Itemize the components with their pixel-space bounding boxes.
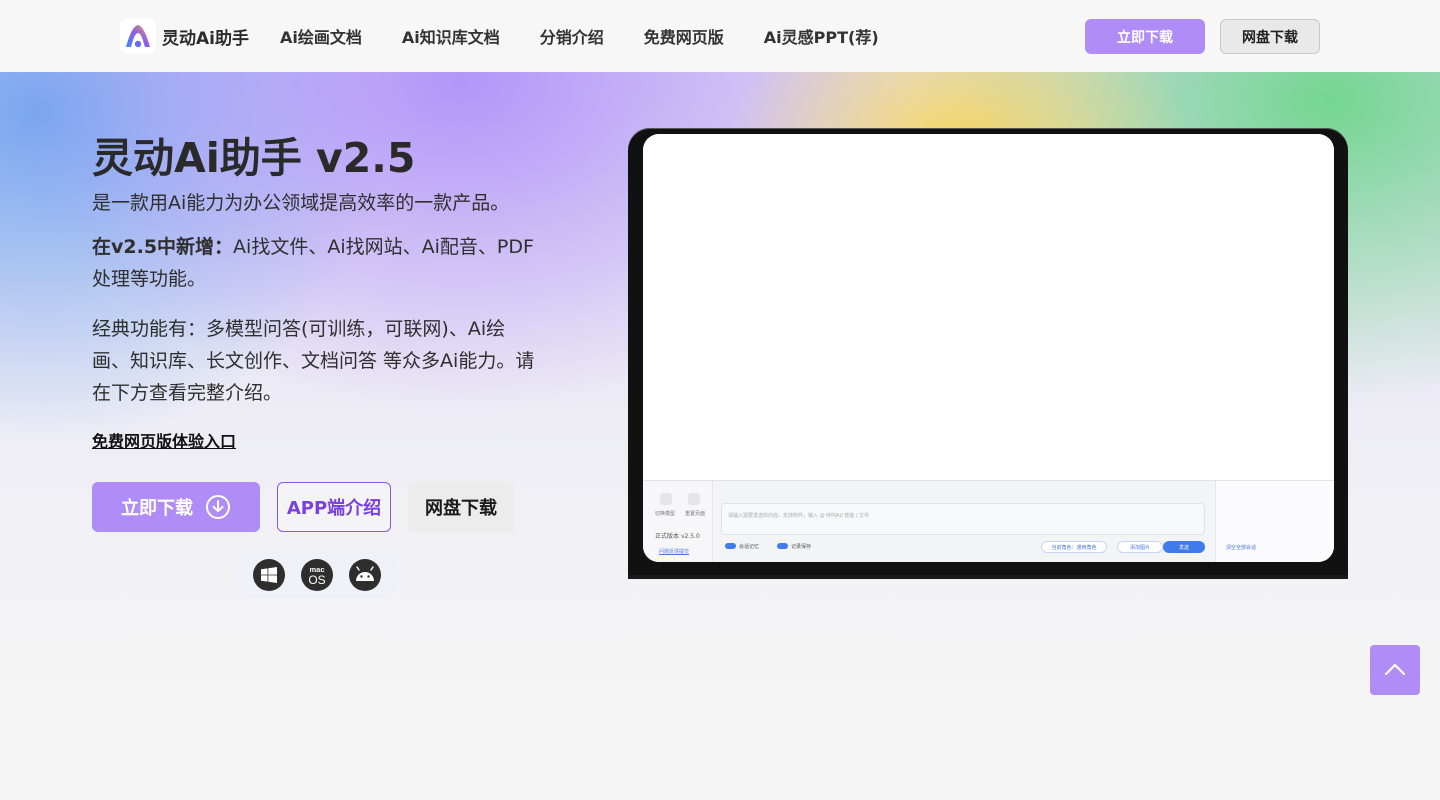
sidebar-reset: 重置页面 — [685, 511, 706, 517]
brand-name: 灵动Ai助手 — [162, 28, 249, 49]
send-chip: 发送 — [1163, 541, 1205, 553]
nav-item-ai-knowledge-docs[interactable]: Ai知识库文档 — [402, 24, 500, 48]
chevron-up-icon — [1384, 663, 1406, 676]
app-preview-chatbar: 切换模型 重置页面 正式版本 v2.5.0 问题反馈提交 请输入需要发送的内容，… — [643, 480, 1334, 562]
role-chip: 当前角色：通用角色 — [1041, 541, 1107, 553]
hero-new-features: 在v2.5中新增：Ai找文件、Ai找网站、Ai配音、PDF处理等功能。 — [92, 231, 542, 295]
sidebar-model-switch: 切换模型 — [655, 511, 676, 517]
app-preview-sidebar: 切换模型 重置页面 正式版本 v2.5.0 问题反馈提交 — [643, 481, 713, 562]
record-toggle-label: 记录保存 — [791, 544, 812, 550]
top-navbar: 灵动Ai助手 Ai绘画文档 Ai知识库文档 分销介绍 免费网页版 Ai灵感PPT… — [0, 0, 1440, 72]
platform-icons: mac OS — [233, 551, 401, 599]
model-switch-icon — [660, 493, 672, 505]
macos-icon[interactable]: mac OS — [301, 559, 333, 591]
back-to-top-button[interactable] — [1370, 645, 1420, 695]
app-preview-blank-area — [643, 134, 1334, 480]
lingdong-logo-icon — [120, 18, 156, 54]
nav-item-free-web[interactable]: 免费网页版 — [644, 24, 724, 48]
hero-download-button[interactable]: 立即下载 — [92, 482, 260, 532]
app-intro-button[interactable]: APP端介绍 — [277, 482, 391, 532]
version-label: 正式版本 v2.5.0 — [655, 533, 700, 540]
app-preview-right: 清空全部会话 — [1215, 481, 1334, 562]
clear-sessions: 清空全部会话 — [1226, 545, 1257, 551]
device-base — [628, 575, 1348, 579]
hero-title: 灵动Ai助手 v2.5 — [92, 134, 416, 182]
reset-icon — [688, 493, 700, 505]
windows-icon[interactable] — [253, 559, 285, 591]
app-preview-device: 切换模型 重置页面 正式版本 v2.5.0 问题反馈提交 请输入需要发送的内容，… — [628, 128, 1348, 578]
nav-item-ai-painting-docs[interactable]: Ai绘画文档 — [280, 24, 362, 48]
macos-text-bottom: OS — [308, 573, 325, 587]
hero-classic-features: 经典功能有：多模型问答(可训练，可联网)、Ai绘画、知识库、长文创作、文档问答 … — [92, 318, 535, 404]
nav-item-ai-ppt[interactable]: Ai灵感PPT(荐) — [764, 24, 879, 48]
app-preview-screen: 切换模型 重置页面 正式版本 v2.5.0 问题反馈提交 请输入需要发送的内容，… — [643, 134, 1334, 562]
nav-item-distribution[interactable]: 分销介绍 — [540, 24, 604, 48]
feedback-link: 问题反馈提交 — [659, 549, 690, 555]
app-preview-main: 请输入需要发送的内容，支持附件，输入 @ 呼叫Ai/ 技能 / 文件 会话记忆 … — [719, 481, 1209, 562]
hero-pan-download-button[interactable]: 网盘下载 — [408, 482, 514, 532]
hero-download-label: 立即下载 — [121, 498, 193, 519]
free-web-entry-link[interactable]: 免费网页版体验入口 — [92, 428, 236, 452]
memory-toggle — [725, 543, 736, 549]
android-icon[interactable] — [349, 559, 381, 591]
hero-new-prefix: 在v2.5中新增： — [92, 236, 234, 258]
main-nav: Ai绘画文档 Ai知识库文档 分销介绍 免费网页版 Ai灵感PPT(荐) — [280, 0, 919, 72]
header-download-button[interactable]: 立即下载 — [1085, 19, 1205, 54]
memory-toggle-label: 会话记忆 — [739, 544, 760, 550]
download-circle-icon — [206, 495, 230, 519]
record-toggle — [777, 543, 788, 549]
header-pan-download-button[interactable]: 网盘下载 — [1220, 19, 1320, 54]
brand-logo[interactable]: 灵动Ai助手 — [120, 18, 249, 54]
hero-section: 灵动Ai助手 v2.5 是一款用Ai能力为办公领域提高效率的一款产品。 在v2.… — [0, 72, 1440, 800]
add-image-chip: 添加图片 — [1117, 541, 1163, 553]
hero-tagline: 是一款用Ai能力为办公领域提高效率的一款产品。 — [92, 192, 510, 214]
chat-input: 请输入需要发送的内容，支持附件，输入 @ 呼叫Ai/ 技能 / 文件 — [721, 503, 1205, 535]
